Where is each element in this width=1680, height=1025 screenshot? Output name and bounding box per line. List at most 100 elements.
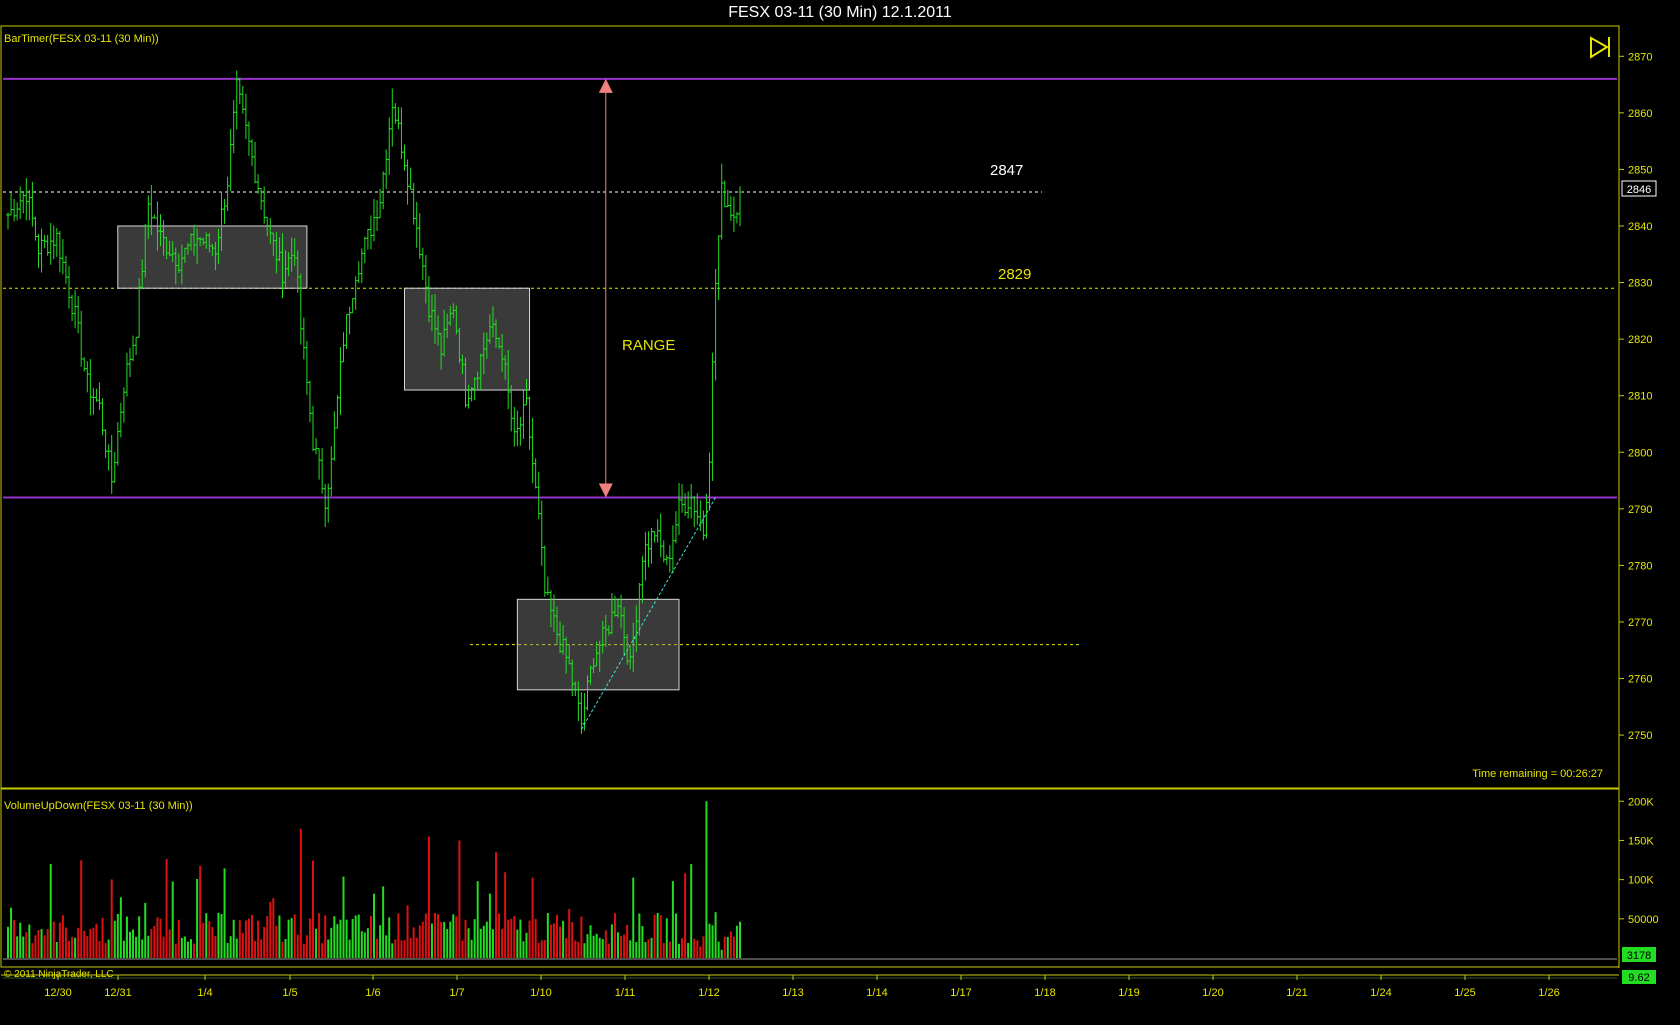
volume-tick-label: 100K [1628, 875, 1654, 887]
time-tick-label: 1/12 [698, 987, 719, 999]
lower-value-tag: 9.62 [1622, 970, 1656, 984]
price-bar [33, 216, 38, 241]
price-bar [738, 186, 742, 227]
price-tick-label: 2820 [1628, 334, 1652, 346]
current-price-tag: 2846 [1621, 180, 1657, 197]
price-bar [350, 298, 355, 314]
time-tick-label: 1/18 [1034, 987, 1055, 999]
price-bar [408, 167, 413, 190]
time-tick-label: 1/4 [197, 987, 212, 999]
price-bar [658, 513, 663, 558]
price-indicator-label: BarTimer(FESX 03-11 (30 Min)) [4, 33, 159, 45]
time-tick-label: 12/31 [104, 987, 132, 999]
price-bar [51, 225, 56, 260]
price-bar [673, 511, 678, 544]
price-bar [228, 129, 233, 191]
level-mid-label: 2829 [998, 266, 1031, 283]
price-tick-label: 2850 [1628, 164, 1652, 176]
price-bar [128, 347, 132, 378]
price-bar [100, 398, 105, 436]
price-bar [649, 528, 654, 564]
time-tick-label: 1/5 [282, 987, 297, 999]
price-tick-label: 2870 [1628, 51, 1652, 63]
price-bar [375, 200, 380, 231]
price-bar [231, 100, 236, 154]
price-tick-label: 2750 [1628, 730, 1652, 742]
price-bar [652, 531, 657, 543]
price-bar [332, 411, 337, 461]
price-bar [689, 483, 694, 519]
price-bar [67, 266, 71, 309]
scroll-to-end-icon[interactable] [1590, 36, 1610, 59]
price-bar [326, 483, 331, 523]
current-volume-tag: 3178 [1622, 947, 1656, 962]
price-bar [542, 545, 547, 597]
price-bar [417, 213, 422, 259]
time-tick-label: 1/21 [1286, 987, 1307, 999]
price-bar [63, 255, 68, 284]
price-bar [12, 198, 17, 222]
price-bar [314, 438, 319, 455]
price-bar [54, 227, 59, 257]
price-bar [338, 347, 343, 415]
price-bar [362, 236, 367, 264]
time-tick-label: 1/11 [615, 987, 636, 999]
price-bar [118, 402, 123, 438]
price-bar [88, 359, 93, 416]
price-bar [713, 269, 718, 381]
price-bar [109, 435, 114, 494]
price-bar [304, 340, 309, 395]
time-tick-label: 1/6 [365, 987, 380, 999]
price-bar [250, 139, 254, 166]
price-bar [91, 388, 96, 415]
price-bar [518, 417, 523, 446]
price-bar [115, 422, 120, 466]
price-bar [73, 290, 78, 329]
price-bar [222, 198, 227, 224]
price-bar [30, 181, 35, 227]
price-bar [365, 228, 370, 250]
svg-text:9.62: 9.62 [1628, 972, 1649, 984]
price-bar [301, 317, 306, 360]
price-bar [698, 500, 703, 532]
time-tick-label: 1/25 [1454, 987, 1475, 999]
price-bar [719, 163, 724, 240]
volume-tick-label: 200K [1628, 796, 1654, 808]
price-panel-frame [0, 25, 1620, 789]
price-bar [414, 201, 419, 248]
level-lines [3, 77, 1617, 646]
price-bar [399, 107, 404, 159]
volume-axis: 50000 100K 150K 200K [1619, 796, 1659, 926]
price-tick-label: 2780 [1628, 560, 1652, 572]
range-arrow-head-up [598, 78, 613, 93]
price-bar [390, 88, 395, 147]
time-tick-label: 1/13 [782, 987, 803, 999]
price-bar [533, 458, 538, 489]
chart-canvas[interactable]: 2750 2760 2770 2780 2790 2800 2810 2820 2830 2840… [0, 0, 1680, 1025]
price-tick-label: 2860 [1628, 108, 1652, 120]
time-axis: 12/30 12/31 1/4 1/5 1/6 1/7 1/10 1/11 1/12 1/13 1/… [44, 975, 1560, 999]
price-bar [317, 447, 322, 480]
price-bar [530, 417, 535, 484]
level-high-label: 2847 [990, 162, 1023, 179]
price-bar [378, 188, 383, 219]
volume-tick-label: 150K [1628, 835, 1654, 847]
price-bar [381, 171, 386, 210]
price-bar [256, 174, 261, 195]
time-tick-label: 1/19 [1118, 987, 1139, 999]
price-bar [60, 239, 65, 275]
price-bar [225, 176, 230, 212]
range-label: RANGE [622, 337, 675, 354]
price-bar [539, 500, 544, 566]
consolidation-box-2 [404, 287, 531, 391]
price-bar [716, 235, 721, 301]
price-bar [76, 296, 81, 334]
price-tick-label: 2810 [1628, 391, 1652, 403]
price-tick-label: 2760 [1628, 674, 1652, 686]
range-arrow-head-down [598, 483, 613, 498]
price-bar [39, 228, 44, 273]
price-bar [9, 192, 14, 216]
price-bar [670, 525, 675, 574]
price-bar [728, 196, 733, 222]
price-bar [527, 396, 532, 450]
